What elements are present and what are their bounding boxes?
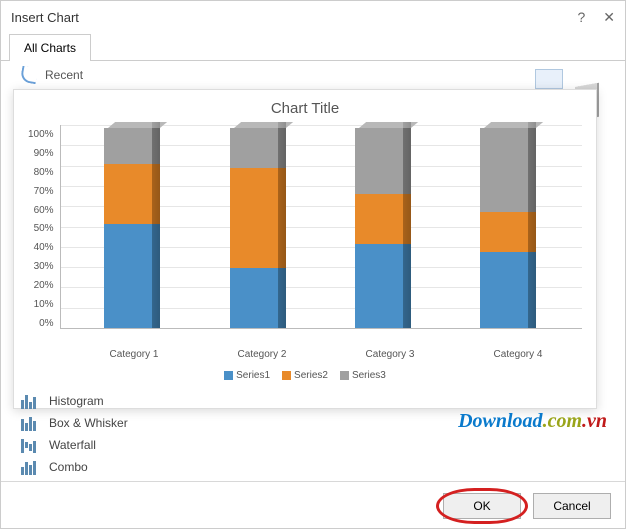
ytick: 0% — [28, 318, 54, 329]
xtick: Category 1 — [110, 349, 159, 360]
sidebar-item-recent[interactable]: Recent — [21, 67, 83, 83]
ytick: 20% — [28, 280, 54, 291]
ytick: 10% — [28, 299, 54, 310]
sidebar-item-label: Waterfall — [49, 438, 96, 452]
bar — [355, 128, 413, 328]
ytick: 30% — [28, 261, 54, 272]
ok-button[interactable]: OK — [443, 493, 521, 519]
waterfall-icon — [21, 437, 39, 453]
sidebar-chart-types: Histogram Box & Whisker Waterfall Combo — [21, 393, 128, 475]
help-icon[interactable]: ? — [577, 9, 585, 26]
sidebar-item-waterfall[interactable]: Waterfall — [21, 437, 128, 453]
plot: 100% 90% 80% 70% 60% 50% 40% 30% 20% 10%… — [28, 125, 582, 345]
chart-subtype-selected[interactable] — [535, 69, 563, 89]
legend-item: Series2 — [282, 370, 328, 381]
plot-area — [60, 125, 582, 329]
xtick: Category 3 — [366, 349, 415, 360]
sidebar-item-combo[interactable]: Combo — [21, 459, 128, 475]
tabs: All Charts — [1, 34, 625, 61]
ytick: 50% — [28, 223, 54, 234]
legend-item: Series1 — [224, 370, 270, 381]
x-axis: Category 1 Category 2 Category 3 Categor… — [70, 349, 582, 360]
ytick: 40% — [28, 242, 54, 253]
ytick: 90% — [28, 148, 54, 159]
close-icon[interactable]: ✕ — [603, 9, 615, 26]
xtick: Category 4 — [494, 349, 543, 360]
bar — [230, 128, 288, 328]
y-axis: 100% 90% 80% 70% 60% 50% 40% 30% 20% 10%… — [28, 129, 60, 329]
legend: Series1 Series2 Series3 — [28, 370, 582, 381]
chart-preview[interactable]: Chart Title 100% 90% 80% 70% 60% 50% 40%… — [13, 89, 597, 409]
cancel-button[interactable]: Cancel — [533, 493, 611, 519]
legend-item: Series3 — [340, 370, 386, 381]
content-area: Recent Chart Title 100% 90% 80% 70% 60% … — [1, 61, 625, 481]
dialog-title: Insert Chart — [11, 10, 577, 25]
watermark: Download.com.vn — [458, 410, 607, 433]
chart-title: Chart Title — [28, 100, 582, 117]
sidebar-item-histogram[interactable]: Histogram — [21, 393, 128, 409]
bar — [104, 128, 162, 328]
bar — [480, 128, 538, 328]
sidebar-item-label: Box & Whisker — [49, 416, 128, 430]
ytick: 60% — [28, 205, 54, 216]
histogram-icon — [21, 393, 39, 409]
sidebar-item-box-whisker[interactable]: Box & Whisker — [21, 415, 128, 431]
recent-icon — [20, 66, 39, 85]
ytick: 70% — [28, 186, 54, 197]
tab-all-charts[interactable]: All Charts — [9, 34, 91, 61]
ytick: 100% — [28, 129, 54, 140]
sidebar-item-label: Combo — [49, 460, 88, 474]
sidebar-item-label: Histogram — [49, 394, 104, 408]
ytick: 80% — [28, 167, 54, 178]
sidebar-item-label: Recent — [45, 68, 83, 82]
dialog-footer: OK Cancel — [1, 481, 625, 529]
box-whisker-icon — [21, 415, 39, 431]
xtick: Category 2 — [238, 349, 287, 360]
combo-icon — [21, 459, 39, 475]
titlebar: Insert Chart ? ✕ — [1, 1, 625, 30]
